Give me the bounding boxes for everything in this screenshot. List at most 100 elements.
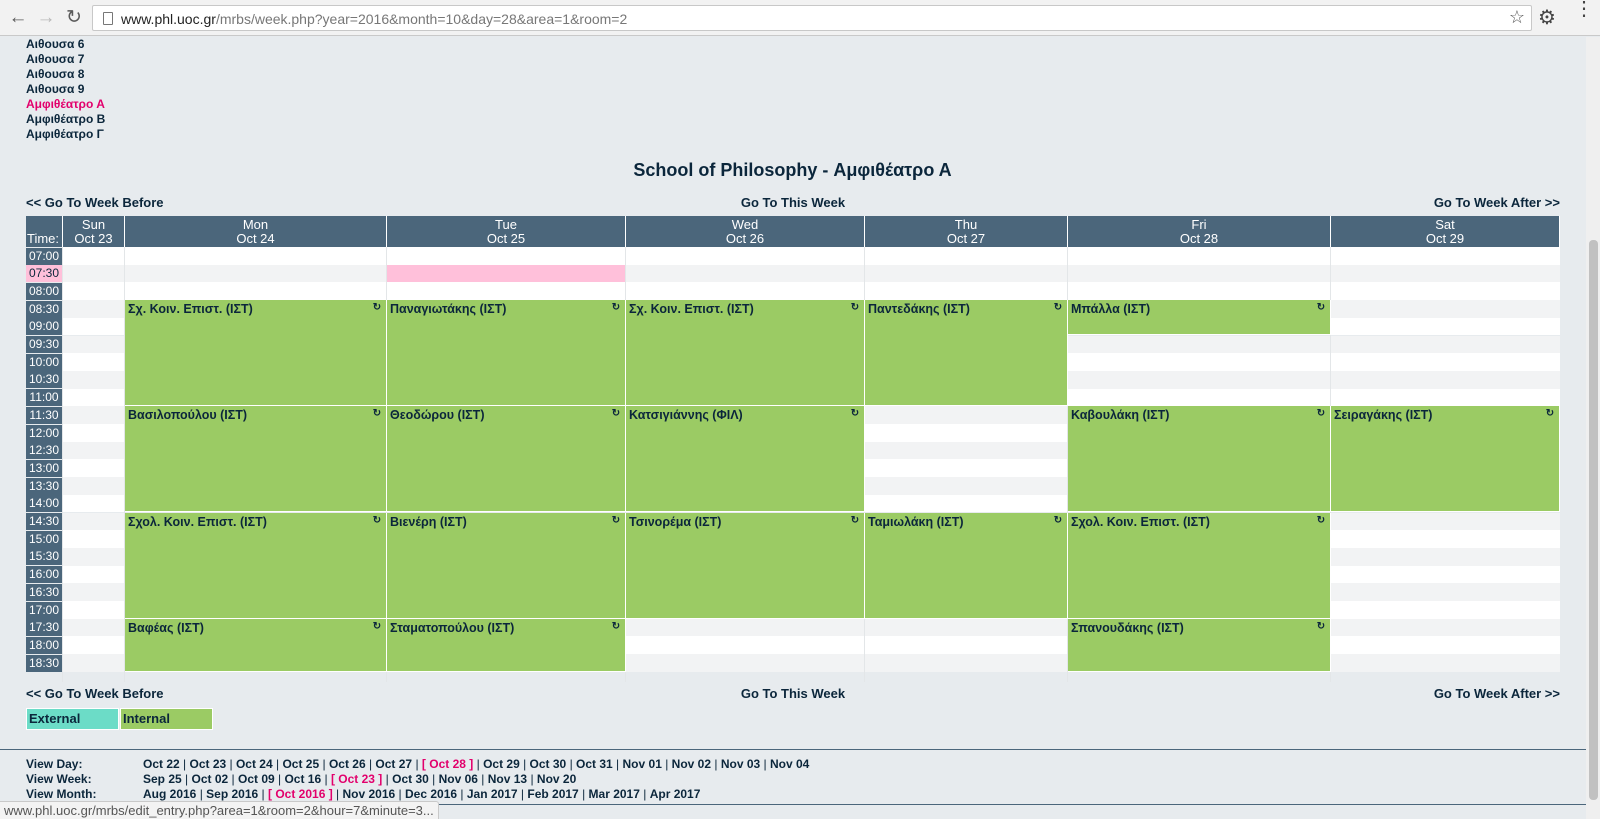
period-link[interactable]: Oct 16 [284,772,321,786]
time-slot-label[interactable]: 15:00 [26,530,62,548]
booking-label[interactable]: Σχολ. Κοιν. Επιστ. (ΙΣΤ) [128,515,267,529]
booking-label[interactable]: Παναγιωτάκης (ΙΣΤ) [390,302,506,316]
booking-label[interactable]: Σχ. Κοιν. Επιστ. (ΙΣΤ) [128,302,253,316]
time-slot-label[interactable]: 11:00 [26,389,62,407]
current-period-link[interactable]: [ Oct 23 ] [331,772,382,786]
time-slot-label[interactable]: 18:30 [26,654,62,672]
booking-entry[interactable]: Σχ. Κοιν. Επιστ. (ΙΣΤ) ↻ [626,300,865,407]
period-link[interactable]: Mar 2017 [589,787,640,801]
period-link[interactable]: Sep 25 [143,772,182,786]
time-slot-label[interactable]: 14:00 [26,495,62,513]
day-header[interactable]: Wed Oct 26 [626,216,865,247]
period-link[interactable]: Oct 24 [236,757,273,771]
address-bar[interactable]: www.phl.uoc.gr/mrbs/week.php?year=2016&m… [92,5,1532,31]
booking-entry[interactable]: Θεοδώρου (ΙΣΤ) ↻ [387,406,626,513]
forward-arrow-icon[interactable]: → [34,6,58,30]
booking-entry[interactable]: Βιενέρη (ΙΣΤ) ↻ [387,512,626,619]
period-link[interactable]: Oct 25 [282,757,319,771]
period-link[interactable]: Jan 2017 [467,787,518,801]
booking-label[interactable]: Κατσιγιάννης (ΦΙΛ) [629,408,743,422]
period-link[interactable]: Aug 2016 [143,787,196,801]
scrollbar-thumb[interactable] [1589,240,1598,800]
booking-label[interactable]: Ταμιωλάκη (ΙΣΤ) [868,515,964,529]
time-slot-label[interactable]: 16:30 [26,583,62,601]
period-link[interactable]: Nov 03 [721,757,760,771]
booking-entry[interactable]: Βασιλοπούλου (ΙΣΤ) ↻ [125,406,387,513]
booking-label[interactable]: Τσινορέμα (ΙΣΤ) [629,515,721,529]
booking-label[interactable]: Θεοδώρου (ΙΣΤ) [390,408,484,422]
period-link[interactable]: Nov 2016 [343,787,396,801]
booking-entry[interactable]: Σχολ. Κοιν. Επιστ. (ΙΣΤ) ↻ [1068,512,1331,619]
gear-icon[interactable]: ⚙ [1538,5,1556,30]
booking-label[interactable]: Βασιλοπούλου (ΙΣΤ) [128,408,247,422]
bookmark-star-icon[interactable]: ☆ [1509,7,1525,28]
period-link[interactable]: Oct 26 [329,757,366,771]
time-slot-label[interactable]: 10:30 [26,371,62,389]
room-link[interactable]: Αιθουσα 7 [26,52,105,67]
period-link[interactable]: Sep 2016 [206,787,258,801]
room-link[interactable]: Αμφιθέατρο Β [26,112,105,127]
time-slot-label[interactable]: 08:00 [26,282,62,300]
this-week-link[interactable]: Go To This Week [26,686,1560,701]
period-link[interactable]: Oct 27 [375,757,412,771]
time-slot-label[interactable]: 07:00 [26,247,62,265]
time-slot-label[interactable]: 12:00 [26,424,62,442]
booking-entry[interactable]: Τσινορέμα (ΙΣΤ) ↻ [626,512,865,619]
period-link[interactable]: Oct 02 [192,772,229,786]
booking-label[interactable]: Σταματοπούλου (ΙΣΤ) [390,621,514,635]
room-link[interactable]: Αμφιθέατρο Γ [26,127,105,142]
time-slot-label[interactable]: 11:30 [26,406,62,424]
booking-entry[interactable]: Παντεδάκης (ΙΣΤ) ↻ [865,300,1068,407]
period-link[interactable]: Nov 06 [439,772,478,786]
booking-entry[interactable]: Σχολ. Κοιν. Επιστ. (ΙΣΤ) ↻ [125,512,387,619]
booking-entry[interactable]: Σχ. Κοιν. Επιστ. (ΙΣΤ) ↻ [125,300,387,407]
this-week-link[interactable]: Go To This Week [26,195,1560,210]
period-link[interactable]: Apr 2017 [650,787,701,801]
time-slot-label[interactable]: 17:00 [26,601,62,619]
time-slot-label[interactable]: 14:30 [26,513,62,530]
booking-entry[interactable]: Παναγιωτάκης (ΙΣΤ) ↻ [387,300,626,407]
period-link[interactable]: Nov 04 [770,757,809,771]
period-link[interactable]: Oct 30 [530,757,567,771]
period-link[interactable]: Oct 22 [143,757,180,771]
room-link[interactable]: Αιθουσα 9 [26,82,105,97]
room-link[interactable]: Αιθουσα 8 [26,67,105,82]
booking-entry[interactable]: Σπανουδάκης (ΙΣΤ) ↻ [1068,618,1331,672]
room-link[interactable]: Αιθουσα 6 [26,37,105,52]
time-slot-label[interactable]: 10:00 [26,353,62,371]
period-link[interactable]: Oct 29 [483,757,520,771]
time-slot-label[interactable]: 09:30 [26,336,62,353]
period-link[interactable]: Oct 30 [392,772,429,786]
highlighted-slot[interactable] [387,264,625,283]
booking-entry[interactable]: Ταμιωλάκη (ΙΣΤ) ↻ [865,512,1068,619]
time-slot-label[interactable]: 08:30 [26,300,62,318]
day-header[interactable]: Fri Oct 28 [1068,216,1331,247]
booking-label[interactable]: Σειραγάκης (ΙΣΤ) [1334,408,1432,422]
booking-entry[interactable]: Σειραγάκης (ΙΣΤ) ↻ [1331,406,1560,513]
booking-entry[interactable]: Μπάλλα (ΙΣΤ) ↻ [1068,300,1331,336]
time-row[interactable] [63,264,1560,283]
period-link[interactable]: Oct 31 [576,757,613,771]
period-link[interactable]: Feb 2017 [527,787,578,801]
current-period-link[interactable]: [ Oct 28 ] [422,757,473,771]
time-slot-label[interactable]: 18:00 [26,636,62,654]
day-header[interactable]: Tue Oct 25 [387,216,626,247]
room-link[interactable]: Αμφιθέατρο Α [26,97,105,112]
time-slot-label[interactable]: 13:00 [26,459,62,477]
booking-label[interactable]: Παντεδάκης (ΙΣΤ) [868,302,970,316]
time-slot-label[interactable]: 16:00 [26,566,62,584]
booking-label[interactable]: Καβουλάκη (ΙΣΤ) [1071,408,1169,422]
booking-label[interactable]: Σχολ. Κοιν. Επιστ. (ΙΣΤ) [1071,515,1210,529]
period-link[interactable]: Nov 01 [623,757,662,771]
booking-label[interactable]: Βιενέρη (ΙΣΤ) [390,515,467,529]
back-arrow-icon[interactable]: ← [6,6,30,30]
week-after-link[interactable]: Go To Week After >> [1434,195,1560,210]
time-slot-label[interactable]: 07:30 [26,265,62,283]
booking-entry[interactable]: Καβουλάκη (ΙΣΤ) ↻ [1068,406,1331,513]
booking-label[interactable]: Μπάλλα (ΙΣΤ) [1071,302,1150,316]
time-row[interactable] [63,247,1560,265]
time-slot-label[interactable]: 17:30 [26,619,62,637]
period-link[interactable]: Oct 23 [189,757,226,771]
booking-entry[interactable]: Βαφέας (ΙΣΤ) ↻ [125,618,387,672]
time-row[interactable] [63,282,1560,301]
